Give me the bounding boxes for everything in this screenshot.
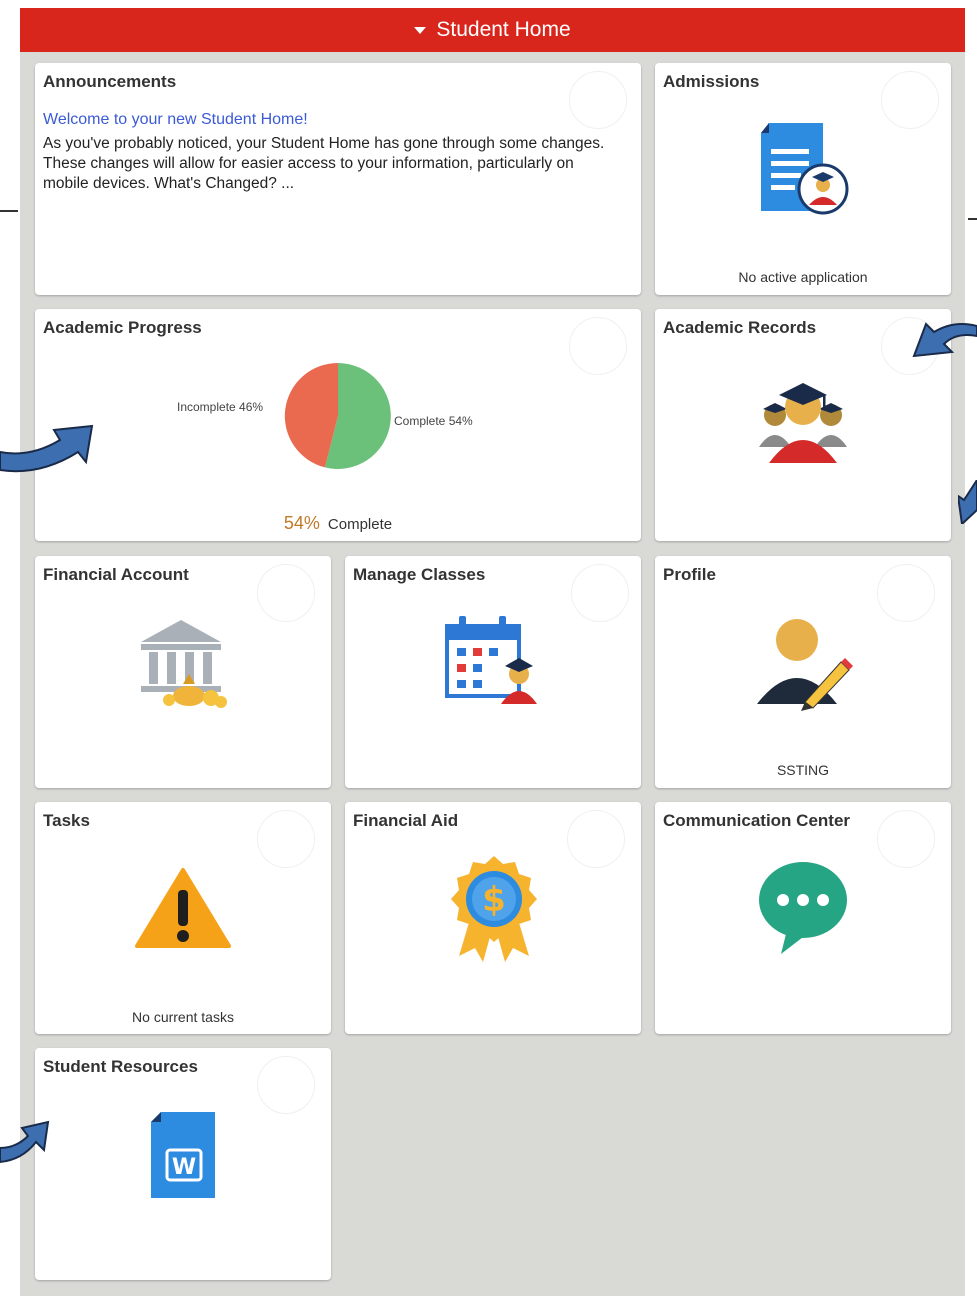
percent-value: 54%: [283, 513, 320, 533]
financial-aid-tile[interactable]: Financial Aid $: [345, 802, 641, 1034]
tile-menu-placeholder: [569, 71, 627, 129]
tile-title: Financial Account: [43, 565, 189, 584]
tile-menu-placeholder: [877, 564, 935, 622]
pointer-arrow-academic-progress: [0, 424, 94, 473]
svg-text:$: $: [482, 880, 506, 920]
percent-word: Complete: [327, 516, 393, 533]
announcement-body: As you've probably noticed, your Student…: [43, 135, 605, 192]
tile-menu-placeholder: [257, 810, 315, 868]
tasks-status: No current tasks: [132, 1009, 234, 1025]
tile-title: Admissions: [663, 72, 760, 91]
announcements-tile[interactable]: Announcements Welcome to your new Studen…: [35, 63, 641, 295]
tile-title: Academic Records: [663, 318, 817, 337]
pointer-arrow-left-top: [0, 210, 18, 212]
progress-pie-chart: [284, 362, 391, 469]
user-edit-icon: [757, 619, 853, 711]
profile-tile[interactable]: Profile SSTING: [655, 556, 951, 788]
tasks-tile[interactable]: Tasks No current tasks: [35, 802, 331, 1034]
tile-menu-placeholder: [569, 317, 627, 375]
tile-title: Communication Center: [663, 811, 851, 830]
financial-account-tile[interactable]: Financial Account: [35, 556, 331, 788]
percent-complete: 54% Complete: [35, 513, 641, 534]
document-graduate-icon: [761, 123, 849, 215]
student-resources-tile[interactable]: Student Resources W: [35, 1048, 331, 1280]
svg-text:W: W: [172, 1155, 196, 1180]
tile-title: Tasks: [43, 811, 90, 830]
word-document-icon: W: [151, 1112, 215, 1198]
pointer-arrow-right-top: [968, 218, 977, 220]
complete-label: Complete 54%: [394, 414, 473, 428]
header-title: Student Home: [436, 18, 571, 41]
pointer-arrow-right-edge: [958, 480, 977, 524]
tile-menu-placeholder: [257, 564, 315, 622]
manage-classes-tile[interactable]: Manage Classes: [345, 556, 641, 788]
student-home-header[interactable]: Student Home: [20, 8, 965, 52]
caret-down-icon: [414, 26, 427, 34]
communication-center-tile[interactable]: Communication Center: [655, 802, 951, 1034]
announcement-link[interactable]: Welcome to your new Student Home!: [43, 111, 308, 129]
dollar-award-icon: $: [451, 856, 537, 962]
tile-title: Announcements: [43, 72, 177, 91]
tile-title: Financial Aid: [353, 811, 459, 830]
academic-records-tile[interactable]: Academic Records: [655, 309, 951, 541]
pointer-arrow-academic-records: [912, 322, 977, 358]
incomplete-label: Incomplete 46%: [177, 400, 264, 414]
tile-title: Student Resources: [43, 1057, 198, 1076]
warning-icon: [135, 868, 231, 948]
profile-user-id: SSTING: [776, 762, 830, 778]
chat-bubble-icon: [759, 862, 847, 954]
pointer-arrow-student-resources: [0, 1120, 50, 1164]
tile-menu-placeholder: [257, 1056, 315, 1114]
admissions-status: No active application: [738, 269, 868, 285]
tile-menu-placeholder: [881, 71, 939, 129]
tile-title: Academic Progress: [43, 318, 202, 337]
tile-menu-placeholder: [567, 810, 625, 868]
tile-title: Manage Classes: [353, 565, 486, 584]
bank-money-icon: [141, 620, 227, 708]
tile-menu-placeholder: [571, 564, 629, 622]
tile-title: Profile: [663, 565, 716, 584]
academic-progress-tile[interactable]: Academic Progress Incomplete 46% Complet…: [35, 309, 641, 541]
admissions-tile[interactable]: Admissions No active application: [655, 63, 951, 295]
tile-menu-placeholder: [877, 810, 935, 868]
calendar-graduate-icon: [445, 616, 537, 704]
graduates-group-icon: [759, 383, 847, 463]
